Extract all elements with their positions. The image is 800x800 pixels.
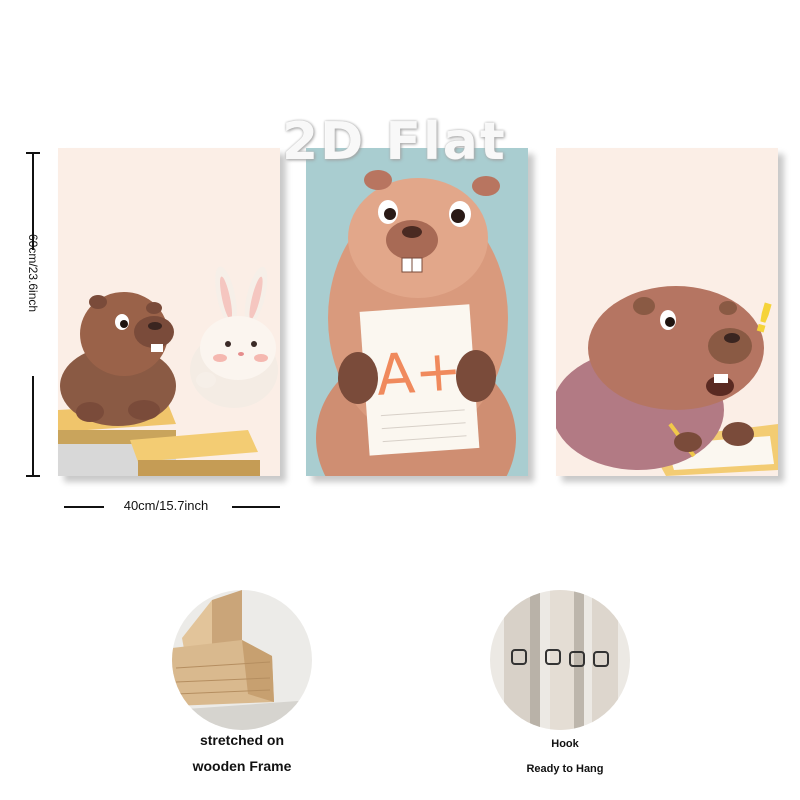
capybara-rabbit-illustration: [58, 148, 280, 476]
panel-capybara-writing: !: [556, 148, 778, 476]
wooden-frame-detail-image: [172, 590, 312, 730]
hook-caption-line1: Hook: [551, 738, 579, 750]
hook-caption-line2: Ready to Hang: [526, 763, 604, 775]
hanging-hook-illustration: [490, 590, 630, 730]
frame-caption-line2: wooden Frame: [192, 758, 292, 774]
panel-capybara-rabbit: [58, 148, 280, 476]
watermark-text: 2D Flat: [282, 112, 507, 172]
a-plus-grade-text: A+: [374, 338, 464, 409]
width-marker-line-right: [232, 506, 280, 508]
frame-caption-line1: stretched on: [199, 732, 284, 748]
capybara-writing-illustration: !: [556, 148, 778, 476]
height-label: 60cm/23.6inch: [26, 234, 40, 313]
width-label: 40cm/15.7inch: [123, 498, 209, 513]
height-marker-line-bottom: [32, 376, 34, 476]
capybara-a-plus-illustration: A+: [306, 148, 528, 476]
hook-detail-image: [490, 590, 630, 730]
wooden-frame-corner-illustration: [172, 590, 312, 730]
width-marker-line-left: [64, 506, 104, 508]
panel-capybara-a-plus: A+: [306, 148, 528, 476]
height-marker-bottom-cap: [26, 475, 40, 477]
